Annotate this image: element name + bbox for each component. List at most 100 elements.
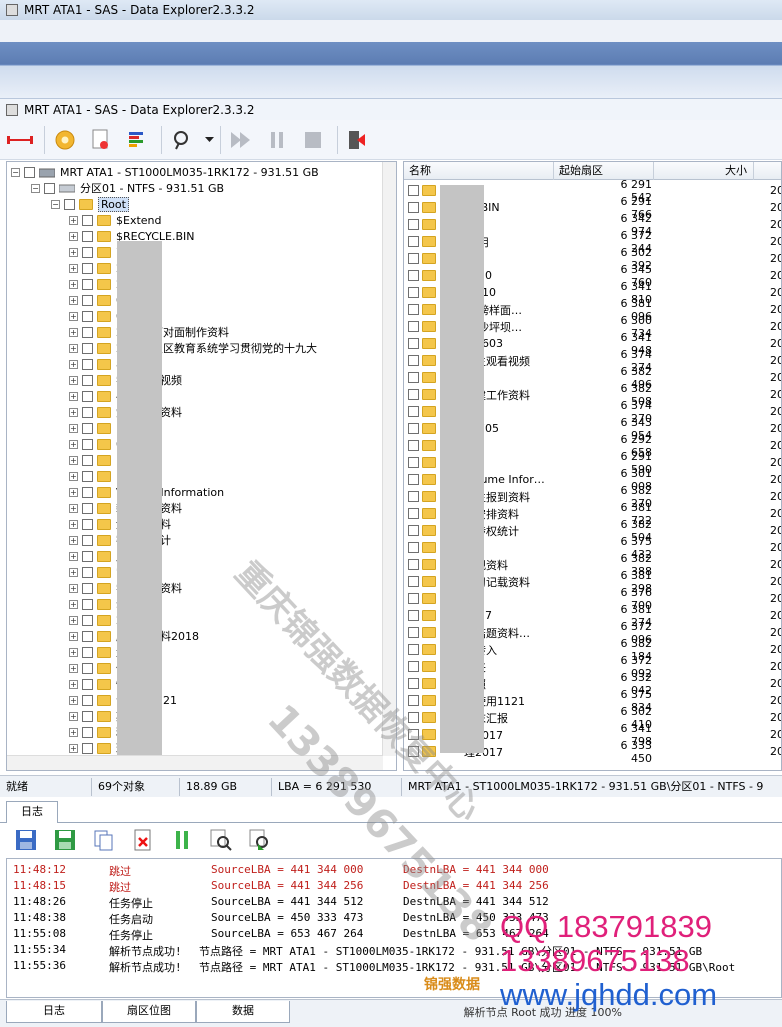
tree-checkbox[interactable] bbox=[82, 294, 93, 306]
tree-checkbox[interactable] bbox=[44, 182, 55, 194]
row-checkbox[interactable] bbox=[408, 406, 419, 417]
expand-icon[interactable]: + bbox=[69, 471, 78, 481]
row-checkbox[interactable] bbox=[408, 695, 419, 706]
row-checkbox[interactable] bbox=[408, 661, 419, 672]
export-button[interactable] bbox=[85, 124, 117, 156]
row-checkbox[interactable] bbox=[408, 304, 419, 315]
tree-checkbox[interactable] bbox=[82, 582, 93, 594]
expand-icon[interactable]: + bbox=[69, 391, 78, 401]
row-checkbox[interactable] bbox=[408, 355, 419, 366]
expand-icon[interactable]: + bbox=[69, 311, 78, 321]
tree-checkbox[interactable] bbox=[82, 742, 93, 754]
tree-checkbox[interactable] bbox=[82, 246, 93, 258]
tree-checkbox[interactable] bbox=[82, 518, 93, 530]
tab-log-bottom[interactable]: 日志 bbox=[6, 1001, 102, 1023]
expand-icon[interactable]: + bbox=[69, 711, 78, 721]
find-log-button[interactable] bbox=[209, 828, 233, 852]
row-checkbox[interactable] bbox=[408, 542, 419, 553]
row-checkbox[interactable] bbox=[408, 185, 419, 196]
expand-icon[interactable]: + bbox=[69, 407, 78, 417]
row-checkbox[interactable] bbox=[408, 338, 419, 349]
save-log-button[interactable] bbox=[14, 828, 38, 852]
tree-checkbox[interactable] bbox=[82, 614, 93, 626]
tree-checkbox[interactable] bbox=[82, 390, 93, 402]
row-checkbox[interactable] bbox=[408, 270, 419, 281]
play-button[interactable] bbox=[225, 124, 257, 156]
expand-icon[interactable]: + bbox=[69, 727, 78, 737]
expand-icon[interactable]: + bbox=[69, 679, 78, 689]
expand-icon[interactable]: + bbox=[69, 695, 78, 705]
tab-data[interactable]: 数据 bbox=[196, 1001, 290, 1023]
expand-icon[interactable]: + bbox=[69, 455, 78, 465]
expand-icon[interactable]: + bbox=[69, 487, 78, 497]
pause-button[interactable] bbox=[261, 124, 293, 156]
row-checkbox[interactable] bbox=[408, 508, 419, 519]
tree-checkbox[interactable] bbox=[82, 358, 93, 370]
expand-icon[interactable]: + bbox=[69, 247, 78, 257]
expand-icon[interactable]: + bbox=[69, 519, 78, 529]
exit-button[interactable] bbox=[342, 124, 374, 156]
expand-icon[interactable]: + bbox=[69, 647, 78, 657]
row-checkbox[interactable] bbox=[408, 678, 419, 689]
tree-checkbox[interactable] bbox=[82, 278, 93, 290]
expand-icon[interactable]: + bbox=[69, 231, 78, 241]
expand-icon[interactable]: + bbox=[69, 615, 78, 625]
row-checkbox[interactable] bbox=[408, 440, 419, 451]
tree-checkbox[interactable] bbox=[82, 630, 93, 642]
row-checkbox[interactable] bbox=[408, 236, 419, 247]
expand-icon[interactable]: + bbox=[69, 439, 78, 449]
row-checkbox[interactable] bbox=[408, 321, 419, 332]
find-next-button[interactable] bbox=[248, 828, 272, 852]
expand-icon[interactable]: + bbox=[69, 343, 78, 353]
row-checkbox[interactable] bbox=[408, 389, 419, 400]
expand-icon[interactable]: + bbox=[69, 583, 78, 593]
expand-icon[interactable]: + bbox=[69, 503, 78, 513]
row-checkbox[interactable] bbox=[408, 457, 419, 468]
expand-icon[interactable]: + bbox=[69, 263, 78, 273]
tab-sector-bitmap[interactable]: 扇区位图 bbox=[102, 1001, 196, 1023]
tree-checkbox[interactable] bbox=[82, 214, 93, 226]
tab-log[interactable]: 日志 bbox=[6, 801, 58, 823]
row-checkbox[interactable] bbox=[408, 644, 419, 655]
tree-checkbox[interactable] bbox=[82, 406, 93, 418]
tree-node-folder[interactable]: + bbox=[69, 420, 116, 436]
expand-icon[interactable]: + bbox=[69, 279, 78, 289]
tree-node-folder[interactable]: +27沙坪坝区教育系统学习贯彻党的十九大 bbox=[69, 340, 317, 356]
tree-node-folder[interactable]: + bbox=[69, 468, 116, 484]
row-checkbox[interactable] bbox=[408, 576, 419, 587]
tree-node-folder[interactable]: +4 bbox=[69, 388, 123, 404]
row-checkbox[interactable] bbox=[408, 559, 419, 570]
tree-node-partition[interactable]: − 分区01 - NTFS - 931.51 GB bbox=[31, 180, 224, 196]
tree-checkbox[interactable] bbox=[82, 678, 93, 690]
stop-button[interactable] bbox=[297, 124, 329, 156]
row-checkbox[interactable] bbox=[408, 627, 419, 638]
tree-checkbox[interactable] bbox=[82, 310, 93, 322]
tree-checkbox[interactable] bbox=[82, 374, 93, 386]
copy-log-button[interactable] bbox=[92, 828, 116, 852]
search-dropdown-button[interactable] bbox=[202, 136, 216, 143]
column-header-size[interactable]: 大小 bbox=[654, 162, 754, 180]
expand-icon[interactable]: + bbox=[69, 599, 78, 609]
expand-icon[interactable]: + bbox=[69, 663, 78, 673]
tree-checkbox[interactable] bbox=[82, 454, 93, 466]
tree-checkbox[interactable] bbox=[82, 550, 93, 562]
tree-node-root[interactable]: − Root bbox=[51, 196, 129, 212]
tree-checkbox[interactable] bbox=[82, 726, 93, 738]
pause-log-button[interactable] bbox=[170, 828, 194, 852]
tree-checkbox[interactable] bbox=[82, 470, 93, 482]
expand-icon[interactable]: + bbox=[69, 551, 78, 561]
collapse-icon[interactable]: − bbox=[11, 167, 20, 177]
colorbar-button[interactable] bbox=[121, 124, 153, 156]
row-checkbox[interactable] bbox=[408, 219, 419, 230]
expand-icon[interactable]: + bbox=[69, 567, 78, 577]
tree-node-folder[interactable]: +7 bbox=[69, 244, 123, 260]
tree-checkbox[interactable] bbox=[82, 566, 93, 578]
tree-checkbox[interactable] bbox=[24, 166, 35, 178]
tree-checkbox[interactable] bbox=[82, 710, 93, 722]
expand-icon[interactable]: + bbox=[69, 631, 78, 641]
tree-checkbox[interactable] bbox=[82, 646, 93, 658]
tree-checkbox[interactable] bbox=[82, 438, 93, 450]
tree-checkbox[interactable] bbox=[82, 534, 93, 546]
save-as-button[interactable] bbox=[53, 828, 77, 852]
column-header-name[interactable]: 名称 bbox=[404, 162, 554, 180]
